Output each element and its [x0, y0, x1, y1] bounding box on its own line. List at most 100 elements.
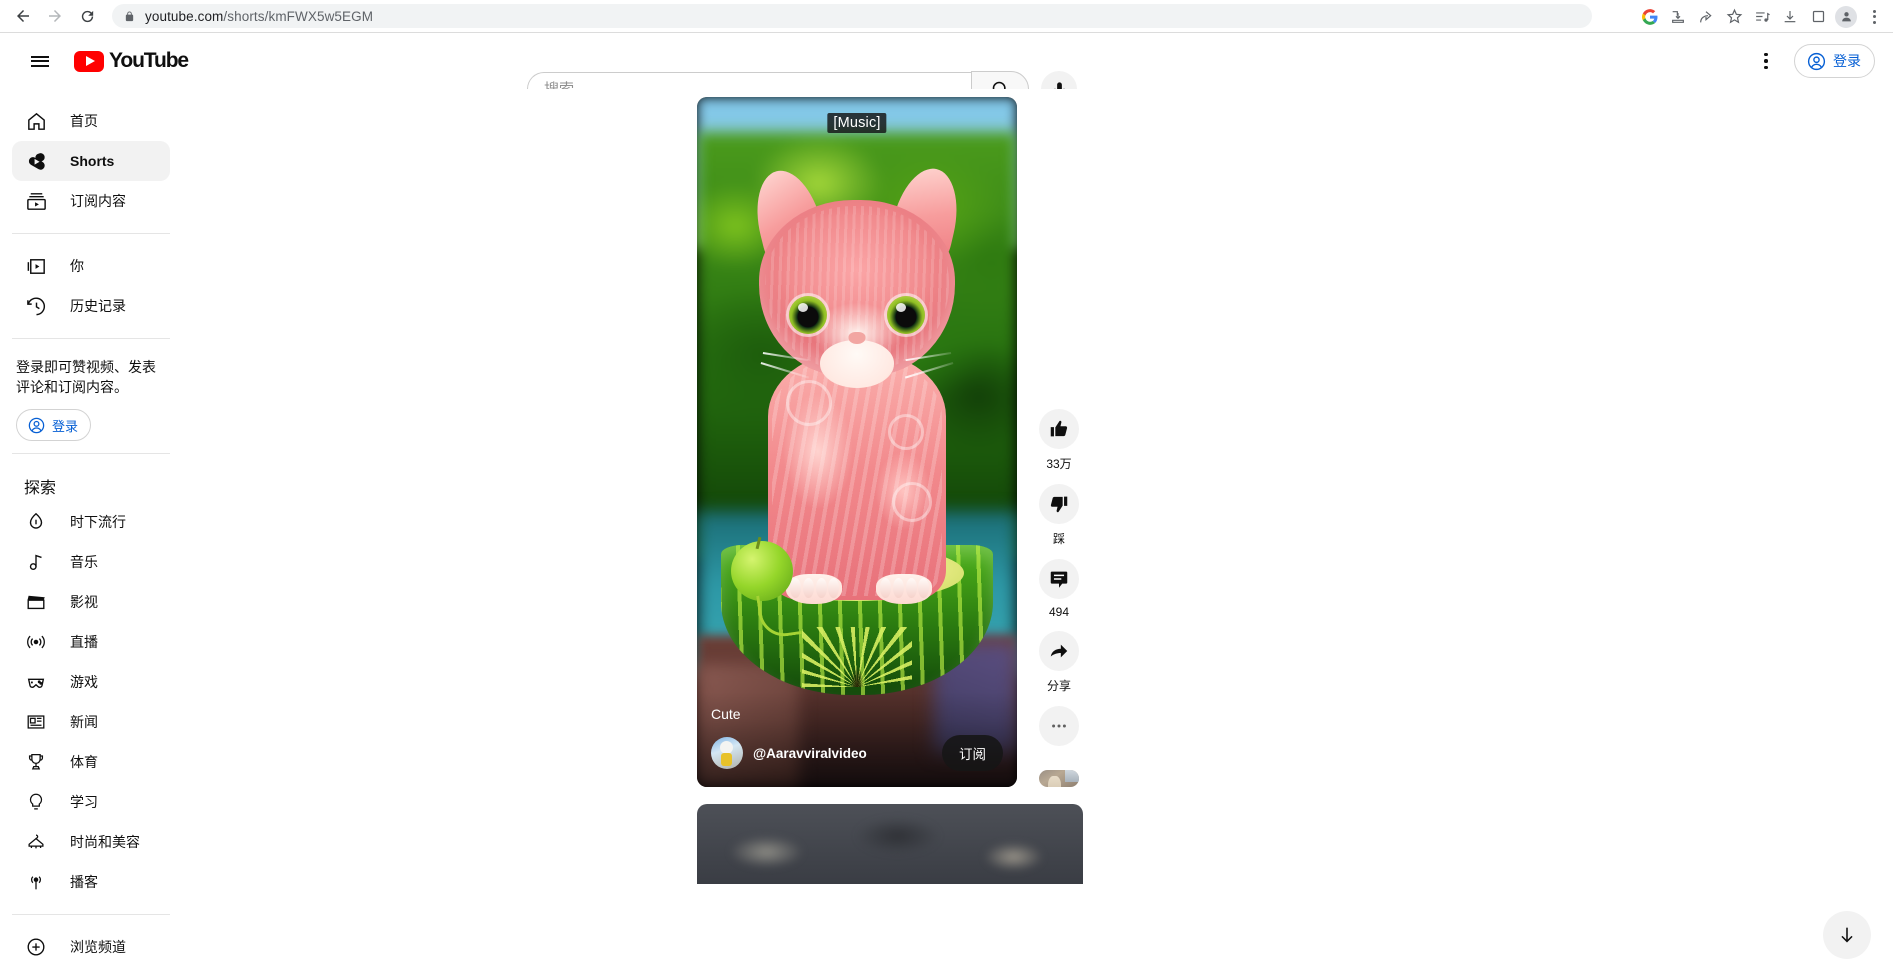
sidebar-item-live[interactable]: 直播	[12, 622, 170, 662]
lock-icon	[124, 10, 135, 23]
channel-name[interactable]: @Aaravviralvideo	[753, 746, 932, 761]
reload-icon	[81, 10, 93, 22]
downloads-icon[interactable]	[1777, 4, 1803, 30]
back-button[interactable]	[8, 2, 38, 30]
sidebar-item-music[interactable]: 音乐	[12, 542, 170, 582]
comments-button[interactable]	[1039, 559, 1079, 599]
sidebar-label-live: 直播	[70, 634, 98, 650]
sidebar-label-you: 你	[70, 258, 84, 274]
explore-section-title: 探索	[24, 480, 57, 497]
sidebar-label-subscriptions: 订阅内容	[70, 193, 126, 209]
masthead-right: 登录	[1746, 33, 1875, 89]
sidebar-label-movies: 影视	[70, 594, 98, 610]
reload-button[interactable]	[72, 2, 102, 30]
chrome-action-icons	[1637, 0, 1887, 33]
signin-prompt-text: 登录即可赞视频、发表评论和订阅内容。	[16, 359, 156, 395]
dislike-label: 踩	[1052, 532, 1065, 546]
thumbs-up-icon	[1050, 420, 1068, 437]
sidebar-label-podcasts: 播客	[70, 874, 98, 890]
address-bar[interactable]: youtube.com/shorts/kmFWX5w5EGM	[112, 4, 1592, 28]
sidebar-item-podcasts[interactable]: 播客	[12, 862, 170, 902]
sidebar-item-learning[interactable]: 学习	[12, 782, 170, 822]
thumbs-down-icon	[1050, 496, 1068, 513]
podcast-icon	[24, 870, 48, 894]
playlist-queue-icon[interactable]	[1749, 4, 1775, 30]
forward-button[interactable]	[40, 2, 70, 30]
sidebar-label-learning: 学习	[70, 794, 98, 810]
sidebar-item-browse-channels[interactable]: 浏览频道	[12, 927, 170, 967]
chrome-menu-icon[interactable]	[1861, 4, 1887, 30]
sidebar-item-sports[interactable]: 体育	[12, 742, 170, 782]
bookmark-star-icon[interactable]	[1721, 4, 1747, 30]
video-caption: [Music]	[827, 113, 887, 133]
plus-circle-icon	[24, 935, 48, 959]
signin-button-sidebar[interactable]: 登录	[16, 409, 92, 441]
home-icon	[24, 109, 48, 133]
shorts-action-rail: 33万 踩 494 分享	[1035, 97, 1083, 787]
share-icon[interactable]	[1693, 4, 1719, 30]
next-short-preview[interactable]	[697, 804, 1083, 884]
signin-button-header[interactable]: 登录	[1794, 44, 1875, 78]
profile-avatar-icon[interactable]	[1833, 4, 1859, 30]
browser-toolbar: youtube.com/shorts/kmFWX5w5EGM	[0, 0, 1893, 33]
arrow-down-icon	[1841, 927, 1853, 943]
sidebar-label-fashion: 时尚和美容	[70, 834, 140, 850]
comment-count: 494	[1048, 605, 1070, 619]
next-video-thumbnail[interactable]	[1039, 770, 1079, 787]
channel-row: @Aaravviralvideo 订阅	[711, 735, 1003, 771]
sidebar-item-news[interactable]: 新闻	[12, 702, 170, 742]
sidebar-label-music: 音乐	[70, 554, 98, 570]
sidebar-label-sports: 体育	[70, 754, 98, 770]
split-screen-icon[interactable]	[1805, 4, 1831, 30]
sidebar-item-gaming[interactable]: 游戏	[12, 662, 170, 702]
live-broadcast-icon	[24, 630, 48, 654]
comment-bubble-icon	[1050, 571, 1068, 588]
more-action	[1035, 706, 1083, 746]
sidebar-item-movies[interactable]: 影视	[12, 582, 170, 622]
sidebar-divider-2	[12, 338, 170, 339]
sidebar-item-you[interactable]: 你	[12, 246, 170, 286]
youtube-logo[interactable]: YouTube	[74, 49, 189, 73]
trending-flame-icon	[24, 510, 48, 534]
video-frame-artwork	[697, 97, 1017, 787]
subscribe-button[interactable]: 订阅	[942, 735, 1003, 771]
google-icon[interactable]	[1637, 4, 1663, 30]
sidebar-item-fashion[interactable]: 时尚和美容	[12, 822, 170, 862]
kitten-paw-right	[876, 574, 932, 604]
browser-nav-buttons	[8, 2, 102, 30]
sidebar-item-shorts[interactable]: Shorts	[12, 141, 170, 181]
kitten-whisker	[762, 352, 809, 361]
settings-menu-button[interactable]	[1746, 41, 1786, 81]
shorts-icon	[24, 149, 48, 173]
install-app-icon[interactable]	[1665, 4, 1691, 30]
like-action: 33万	[1035, 409, 1083, 476]
sidebar-label-shorts: Shorts	[70, 153, 115, 169]
kitten-whisker	[905, 352, 952, 361]
sidebar-item-home[interactable]: 首页	[12, 101, 170, 141]
signin-prompt-block: 登录即可赞视频、发表评论和订阅内容。 登录	[0, 351, 182, 441]
sidebar-item-subscriptions[interactable]: 订阅内容	[12, 181, 170, 221]
kitten-swirl	[786, 380, 832, 426]
sidebar-label-browse-channels: 浏览频道	[70, 939, 126, 955]
back-arrow-icon	[17, 10, 29, 22]
more-horizontal-icon	[1052, 724, 1066, 728]
sidebar-label-news: 新闻	[70, 714, 98, 730]
more-options-button[interactable]	[1039, 706, 1079, 746]
sidebar-label-home: 首页	[70, 113, 98, 129]
sidebar-item-trending[interactable]: 时下流行	[12, 502, 170, 542]
share-action: 分享	[1035, 631, 1083, 698]
dislike-button[interactable]	[1039, 484, 1079, 524]
share-button[interactable]	[1039, 631, 1079, 671]
hamburger-menu-icon[interactable]	[20, 41, 60, 81]
sidebar-label-gaming: 游戏	[70, 674, 98, 690]
youtube-play-icon	[74, 50, 104, 72]
sidebar-item-history[interactable]: 历史记录	[12, 286, 170, 326]
shorts-video-player[interactable]: [Music] Cute @Aaravviralvideo 订阅	[697, 97, 1017, 787]
share-arrow-icon	[1050, 644, 1068, 658]
channel-avatar[interactable]	[711, 737, 743, 769]
sidebar-divider-1	[12, 233, 170, 234]
scroll-next-button[interactable]	[1823, 911, 1871, 959]
sidebar-divider-3	[12, 453, 170, 454]
like-button[interactable]	[1039, 409, 1079, 449]
signin-label-header: 登录	[1833, 53, 1861, 69]
